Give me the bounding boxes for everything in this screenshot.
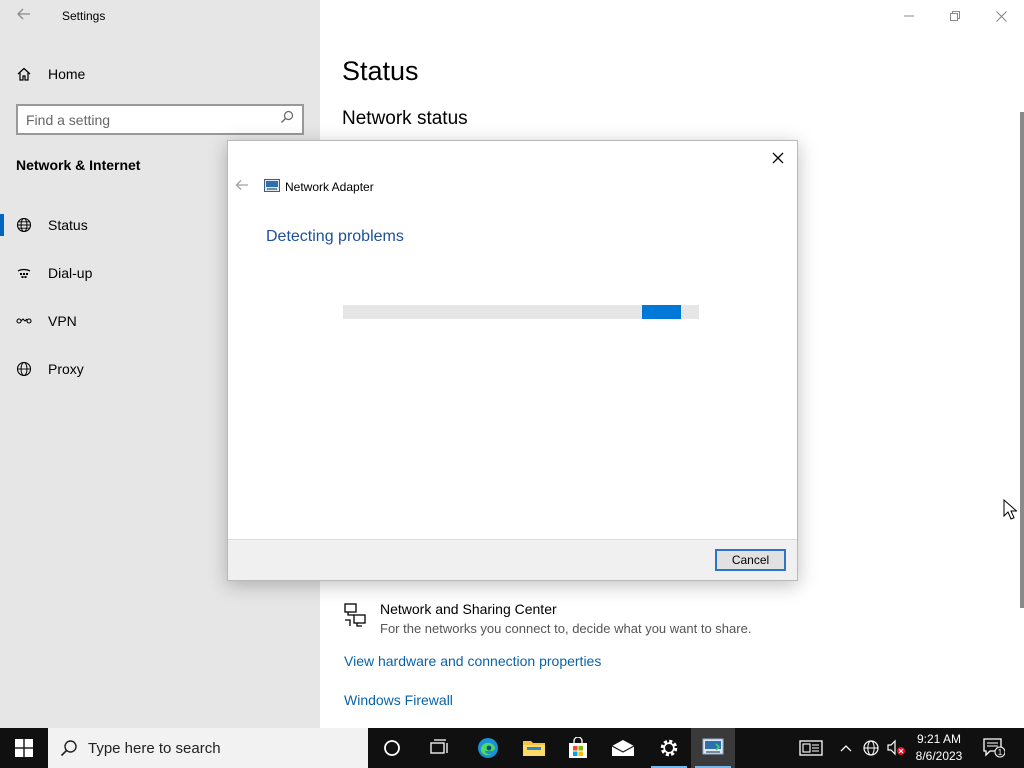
globe-network-icon	[16, 217, 32, 233]
troubleshooter-taskbar-button[interactable]	[691, 728, 735, 768]
volume-tray-button[interactable]	[884, 728, 908, 768]
taskbar-search-box[interactable]: Type here to search	[48, 728, 368, 768]
progress-indicator	[642, 305, 682, 319]
sidebar-item-label: Status	[48, 217, 88, 233]
taskbar: Type here to search 9:21 AM 8/6/2023 1	[0, 728, 1024, 768]
store-icon	[569, 737, 587, 758]
dialog-footer: Cancel	[228, 539, 797, 580]
news-icon	[799, 740, 823, 756]
minimize-icon	[904, 15, 914, 17]
clock-time: 9:21 AM	[916, 732, 962, 746]
store-button[interactable]	[556, 728, 600, 768]
task-view-icon	[430, 739, 448, 754]
windows-logo-icon	[15, 739, 33, 757]
search-icon[interactable]	[280, 110, 294, 129]
sidebar-item-label: VPN	[48, 313, 77, 329]
globe-network-icon	[863, 740, 879, 756]
settings-search-input[interactable]	[26, 111, 280, 128]
dialog-close-button[interactable]	[765, 145, 791, 171]
dialog-back-button[interactable]	[234, 177, 254, 197]
notification-count: 1	[998, 748, 1003, 757]
sidebar-item-label: Dial-up	[48, 265, 93, 281]
edge-browser-button[interactable]	[466, 728, 510, 768]
sharing-center-description: For the networks you connect to, decide …	[380, 621, 752, 636]
cortana-button[interactable]	[370, 728, 414, 768]
volume-muted-icon	[887, 739, 905, 756]
gear-icon	[660, 739, 678, 757]
taskbar-search-placeholder: Type here to search	[88, 739, 221, 757]
mouse-cursor-icon	[1003, 498, 1018, 521]
action-center-app-button[interactable]	[795, 728, 827, 768]
detecting-problems-heading: Detecting problems	[266, 228, 404, 245]
home-label: Home	[48, 66, 86, 82]
section-title: Network & Internet	[16, 157, 141, 173]
task-view-button[interactable]	[418, 728, 462, 768]
network-tray-button[interactable]	[860, 728, 882, 768]
notification-center-button[interactable]: 1	[980, 728, 1008, 768]
mail-button[interactable]	[601, 728, 645, 768]
progress-bar	[343, 305, 699, 319]
file-explorer-button[interactable]	[512, 728, 556, 768]
home-icon	[16, 66, 32, 82]
active-indicator	[0, 214, 4, 236]
back-arrow-icon[interactable]	[14, 6, 34, 26]
close-button[interactable]	[978, 0, 1024, 32]
settings-taskbar-button[interactable]	[647, 728, 691, 768]
sharing-center-icon	[342, 602, 368, 628]
sidebar-item-label: Proxy	[48, 361, 84, 377]
network-adapter-icon	[702, 738, 724, 755]
globe-icon	[16, 361, 32, 377]
app-title: Settings	[62, 9, 106, 23]
cortana-icon	[384, 740, 400, 756]
close-icon	[772, 152, 784, 164]
start-button[interactable]	[0, 728, 48, 768]
edge-icon	[478, 738, 498, 758]
chevron-up-icon	[840, 745, 852, 752]
scrollbar[interactable]	[1020, 112, 1024, 608]
restore-button[interactable]	[932, 0, 978, 32]
settings-search-box[interactable]	[16, 104, 304, 135]
close-icon	[995, 10, 1007, 22]
taskbar-clock[interactable]: 9:21 AM 8/6/2023	[908, 731, 970, 765]
sharing-center-link[interactable]: Network and Sharing Center	[380, 601, 557, 617]
windows-firewall-link[interactable]: Windows Firewall	[344, 692, 453, 708]
home-nav-item[interactable]: Home	[16, 64, 85, 84]
show-hidden-icons-button[interactable]	[836, 728, 856, 768]
network-status-heading: Network status	[342, 108, 468, 129]
vpn-icon	[16, 313, 32, 329]
restore-icon	[950, 11, 960, 21]
hardware-properties-link[interactable]: View hardware and connection properties	[344, 653, 601, 669]
minimize-button[interactable]	[886, 0, 932, 32]
folder-icon	[523, 741, 545, 756]
troubleshooter-dialog: Network Adapter Detecting problems Cance…	[227, 140, 798, 581]
search-icon	[60, 740, 77, 757]
troubleshooter-name: Network Adapter	[285, 180, 374, 194]
notification-icon: 1	[983, 738, 1005, 758]
dial-up-icon	[16, 265, 32, 281]
clock-date: 8/6/2023	[915, 749, 963, 763]
network-adapter-icon	[264, 179, 280, 193]
mail-icon	[611, 740, 635, 756]
back-arrow-icon	[235, 180, 248, 190]
page-title: Status	[342, 56, 419, 86]
cancel-button[interactable]: Cancel	[715, 549, 786, 571]
